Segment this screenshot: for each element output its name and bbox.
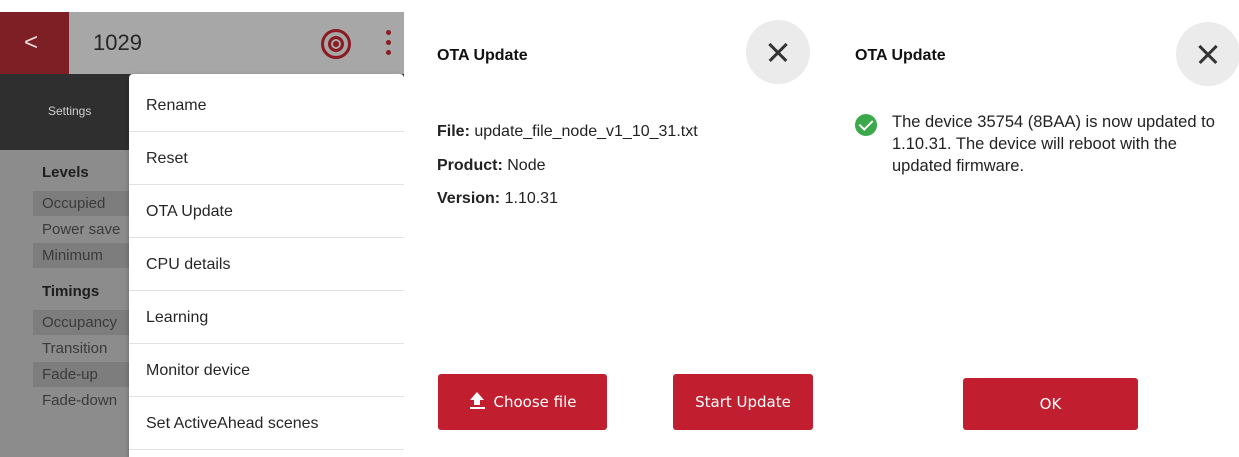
close-icon[interactable] [746, 20, 810, 84]
product-value: Node [507, 157, 546, 174]
menu-item-set-activeahead-scenes[interactable]: Set ActiveAhead scenes [129, 397, 404, 450]
ok-button[interactable]: OK [963, 378, 1138, 430]
device-settings-screen: < 1029 Settings Levels Occupied Power sa… [0, 12, 404, 457]
success-message: The device 35754 (8BAA) is now updated t… [892, 113, 1215, 175]
dialog-title: OTA Update [437, 47, 528, 64]
product-label: Product: [437, 157, 503, 174]
file-label: File: [437, 123, 470, 140]
back-button[interactable]: < [0, 12, 69, 74]
app-header: < 1029 [0, 12, 404, 74]
file-value: update_file_node_v1_10_31.txt [474, 123, 698, 140]
section-title-levels: Levels [42, 164, 89, 181]
version-value: 1.10.31 [504, 190, 558, 207]
tab-settings[interactable]: Settings [48, 104, 91, 118]
check-circle-icon [855, 114, 877, 136]
menu-item-learning[interactable]: Learning [129, 291, 404, 344]
device-title: 1029 [93, 30, 142, 55]
menu-item-ota-update[interactable]: OTA Update [129, 185, 404, 238]
section-title-timings: Timings [42, 283, 100, 300]
close-icon[interactable] [1176, 22, 1239, 86]
start-update-button[interactable]: Start Update [673, 374, 813, 430]
choose-file-label: Choose file [493, 393, 577, 411]
overflow-menu: Rename Reset OTA Update CPU details Lear… [129, 74, 404, 457]
menu-item-monitor-device[interactable]: Monitor device [129, 344, 404, 397]
version-label: Version: [437, 190, 501, 207]
dialog-title: OTA Update [855, 47, 946, 64]
ota-update-dialog: OTA Update File: update_file_node_v1_10_… [420, 0, 825, 457]
menu-item-rename[interactable]: Rename [129, 79, 404, 132]
more-vertical-icon[interactable] [378, 24, 398, 62]
target-icon[interactable] [321, 29, 351, 59]
file-info: File: update_file_node_v1_10_31.txt [437, 123, 698, 141]
menu-item-cpu-details[interactable]: CPU details [129, 238, 404, 291]
version-info: Version: 1.10.31 [437, 190, 558, 208]
choose-file-button[interactable]: Choose file [438, 374, 607, 430]
upload-icon [469, 392, 486, 409]
product-info: Product: Node [437, 157, 545, 175]
chevron-left-icon: < [24, 29, 39, 56]
menu-item-reset[interactable]: Reset [129, 132, 404, 185]
ota-update-result-dialog: OTA Update The device 35754 (8BAA) is no… [836, 0, 1239, 457]
